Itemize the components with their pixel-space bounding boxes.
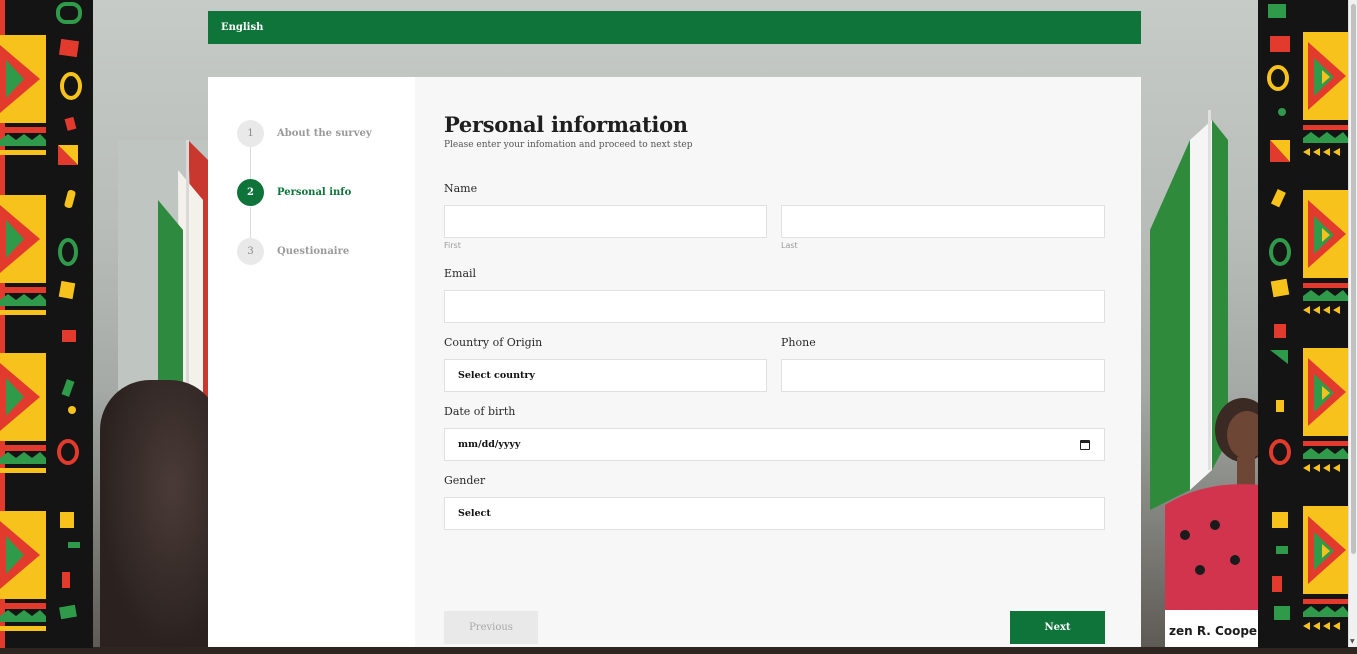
step-number: 3 (237, 238, 264, 265)
page-title: Personal information (444, 112, 688, 137)
phone-input[interactable] (781, 359, 1105, 392)
previous-button[interactable]: Previous (444, 611, 538, 644)
last-name-input[interactable] (781, 205, 1105, 238)
survey-card: 1 About the survey 2 Personal info 3 Que… (208, 77, 1141, 647)
next-button[interactable]: Next (1010, 611, 1105, 644)
first-name-input[interactable] (444, 205, 767, 238)
name-label: Name (444, 182, 478, 195)
bottom-strip (0, 647, 1357, 654)
pattern-icon (0, 0, 93, 648)
gender-select[interactable]: Select (444, 497, 1105, 530)
calendar-icon[interactable] (1080, 440, 1090, 450)
african-pattern-left (0, 0, 93, 648)
caption-text: zen R. Cooper (1169, 624, 1260, 638)
gender-label: Gender (444, 474, 486, 487)
date-placeholder: mm/dd/yyyy (458, 439, 521, 450)
step-number: 2 (237, 179, 264, 206)
step-label: Personal info (277, 187, 352, 198)
step-connector (250, 147, 251, 183)
step-label: About the survey (277, 128, 372, 139)
scrollbar-thumb[interactable] (1351, 4, 1356, 554)
form-panel: Personal information Please enter your i… (415, 77, 1141, 647)
african-pattern-right (1258, 0, 1348, 648)
step-label: Questionaire (277, 246, 350, 257)
language-bar: English (208, 11, 1141, 44)
scroll-down-icon[interactable]: ▼ (1350, 638, 1355, 645)
first-name-sublabel: First (444, 241, 461, 250)
email-field[interactable] (444, 290, 1105, 323)
dob-label: Date of birth (444, 405, 516, 418)
step-about-survey[interactable]: 1 About the survey (237, 120, 372, 147)
country-label: Country of Origin (444, 336, 543, 349)
email-label: Email (444, 267, 477, 280)
page-subtitle: Please enter your infomation and proceed… (444, 140, 693, 150)
country-select[interactable]: Select country (444, 359, 767, 392)
phone-label: Phone (781, 336, 816, 349)
background-person (100, 380, 220, 648)
step-personal-info[interactable]: 2 Personal info (237, 179, 351, 206)
steps-sidebar: 1 About the survey 2 Personal info 3 Que… (208, 77, 415, 647)
language-selector[interactable]: English (221, 22, 263, 33)
step-questionaire[interactable]: 3 Questionaire (237, 238, 349, 265)
pattern-icon (1258, 0, 1348, 648)
last-name-sublabel: Last (781, 241, 798, 250)
step-number: 1 (237, 120, 264, 147)
background-person: zen R. Cooper (1165, 398, 1260, 647)
date-of-birth-input[interactable]: mm/dd/yyyy (444, 428, 1105, 461)
page-scrollbar[interactable]: ▼ (1348, 0, 1357, 647)
